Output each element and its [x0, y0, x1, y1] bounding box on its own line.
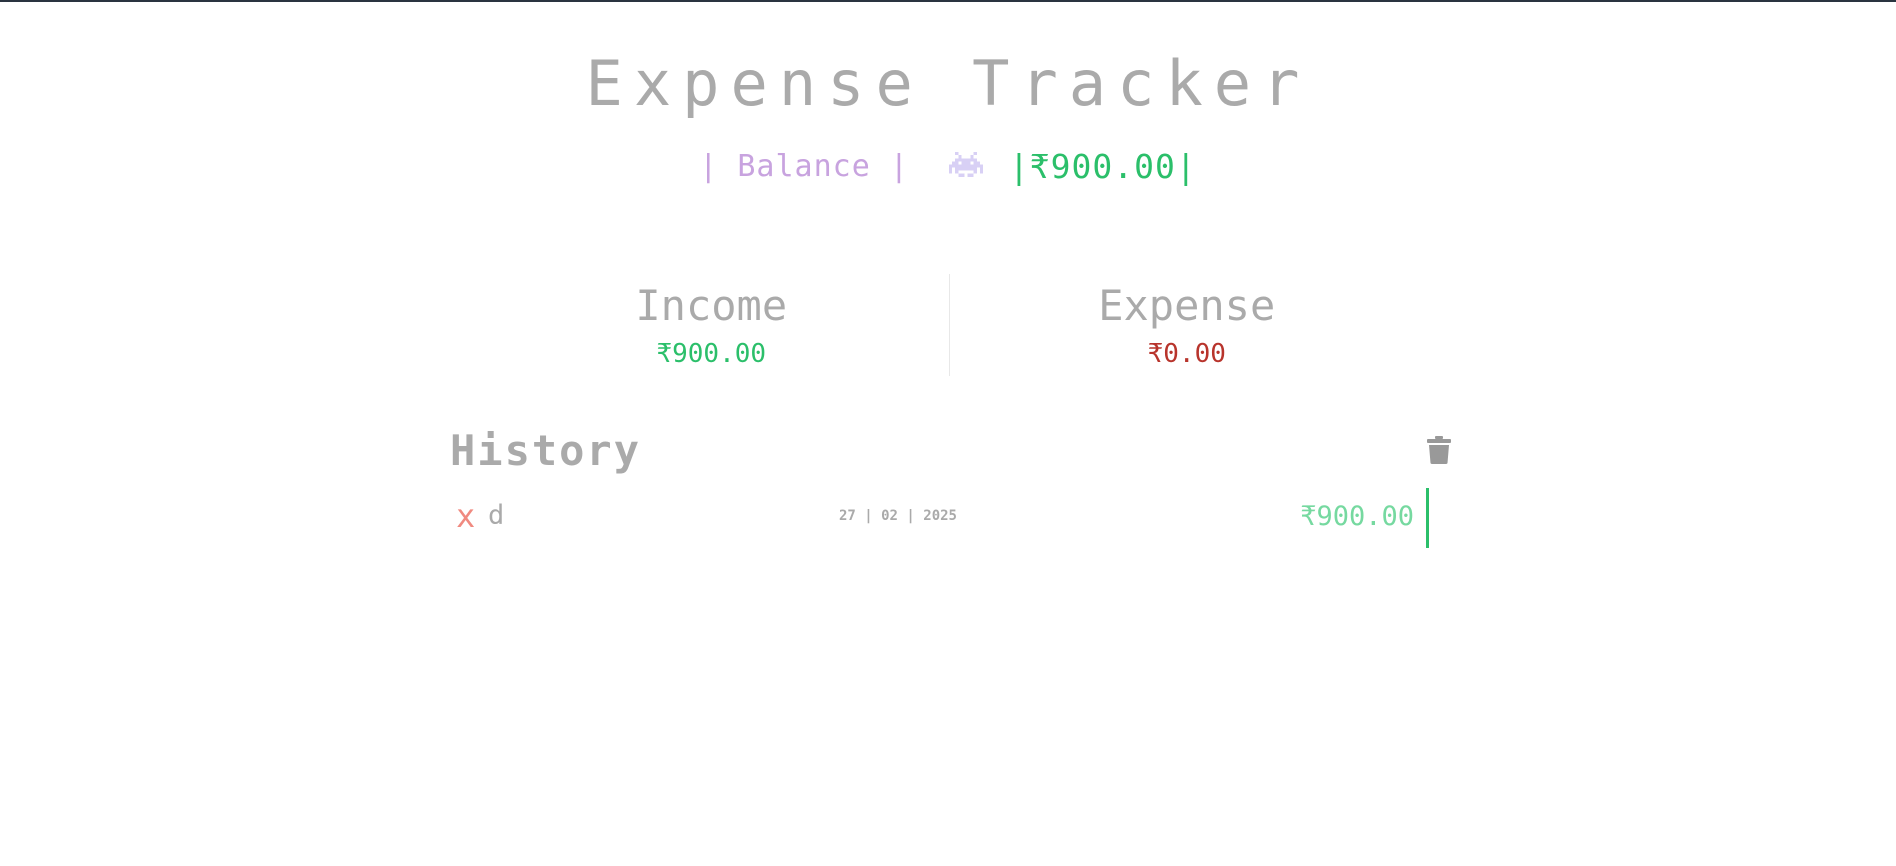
space-invader-icon — [948, 149, 983, 183]
trash-icon[interactable] — [1426, 436, 1452, 464]
income-expense-summary: Income ₹900.00 Expense ₹0.00 — [474, 274, 1424, 376]
page-title: Expense Tracker — [585, 47, 1311, 120]
transaction-amount: ₹900.00 — [1300, 501, 1414, 532]
balance-label: | Balance | — [699, 148, 909, 184]
income-panel: Income ₹900.00 — [474, 274, 950, 376]
income-label: Income — [635, 281, 788, 330]
transaction-date: 27 | 02 | 2025 — [838, 508, 957, 524]
balance-row: | Balance | |₹900.00| — [0, 142, 1896, 190]
transaction-text: d — [488, 500, 505, 531]
history-list-item: x d 27 | 02 | 2025 ₹900.00 — [450, 488, 1429, 548]
balance-value: |₹900.00| — [1008, 146, 1197, 186]
expense-label: Expense — [1098, 281, 1276, 330]
delete-transaction-button[interactable]: x — [456, 496, 475, 536]
expense-panel: Expense ₹0.00 — [950, 274, 1425, 376]
expense-value: ₹0.00 — [1147, 339, 1226, 369]
income-value: ₹900.00 — [656, 339, 767, 369]
history-title: History — [450, 426, 642, 475]
